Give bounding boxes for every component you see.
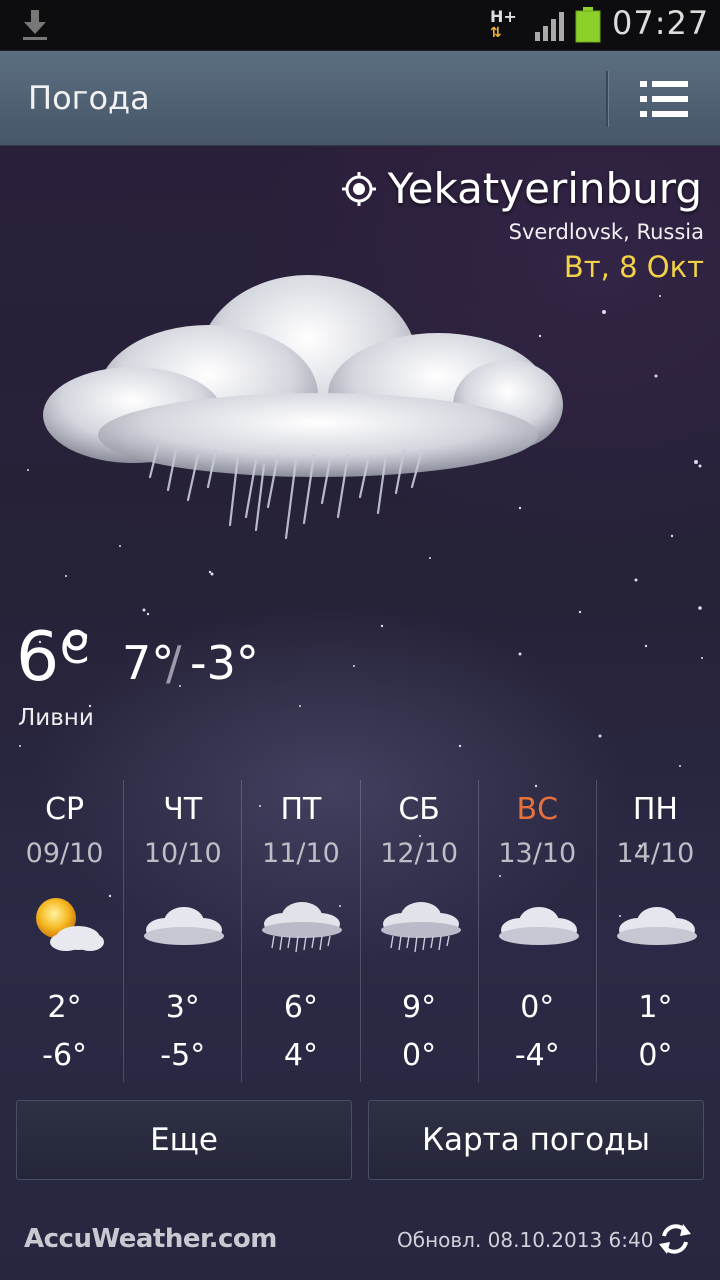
high-low-separator: / bbox=[166, 636, 182, 690]
last-updated: Обновл. 08.10.2013 6:40 bbox=[397, 1228, 654, 1252]
more-button[interactable]: Еще bbox=[16, 1100, 352, 1180]
region-name: Sverdlovsk, Russia bbox=[508, 220, 704, 244]
forecast-day[interactable]: ЧТ 10/10 3° -5° bbox=[124, 780, 243, 1082]
clock: 07:27 bbox=[612, 4, 710, 42]
cloud-icon bbox=[498, 907, 579, 945]
today-low: -3° bbox=[190, 636, 259, 690]
network-indicator: H+ ⇅ bbox=[490, 7, 517, 42]
partly-sunny-icon bbox=[36, 898, 104, 951]
forecast-high: 6° bbox=[283, 990, 318, 1025]
download-icon bbox=[23, 10, 47, 40]
forecast-low: 4° bbox=[283, 1038, 318, 1073]
forecast-day[interactable]: ВС 13/10 0° -4° bbox=[479, 780, 597, 1082]
rain-cloud-icon bbox=[262, 902, 343, 953]
city-name: Yekatyerinburg bbox=[387, 164, 702, 213]
forecast-day-name: ПТ bbox=[280, 792, 322, 827]
forecast-date: 12/10 bbox=[380, 838, 458, 869]
forecast-high: 1° bbox=[638, 990, 673, 1025]
status-bar: H+ ⇅ 07:27 bbox=[0, 0, 720, 51]
forecast-strip: СР 09/10 2° -6° ЧТ 10/10 3° -5° ПТ 11/10… bbox=[6, 780, 714, 1082]
forecast-low: -6° bbox=[42, 1038, 88, 1073]
cloud-icon bbox=[616, 907, 697, 945]
forecast-day-name: ПН bbox=[632, 792, 678, 827]
app-bar-divider bbox=[606, 71, 609, 127]
forecast-day-name: ЧТ bbox=[163, 792, 203, 827]
battery-icon bbox=[575, 7, 601, 43]
temperature-unit: C bbox=[60, 624, 90, 673]
refresh-icon[interactable] bbox=[656, 1220, 694, 1258]
forecast-day[interactable]: ПН 14/10 1° 0° bbox=[597, 780, 714, 1082]
app-bar: Погода bbox=[0, 51, 720, 146]
forecast-date: 13/10 bbox=[498, 838, 577, 869]
forecast-day-name: СР bbox=[45, 792, 85, 827]
forecast-day[interactable]: СР 09/10 2° -6° bbox=[6, 780, 125, 1082]
forecast-day-name: ВС bbox=[516, 792, 559, 827]
rain-cloud-icon bbox=[380, 902, 461, 953]
forecast-date: 11/10 bbox=[262, 838, 340, 869]
list-icon bbox=[640, 81, 647, 87]
city-list-button[interactable] bbox=[640, 81, 688, 117]
forecast-low: -5° bbox=[160, 1038, 206, 1073]
forecast-high: 3° bbox=[165, 990, 200, 1025]
cloud-icon bbox=[144, 907, 225, 945]
current-condition: Ливни bbox=[18, 705, 94, 731]
location-header[interactable]: Yekatyerinburg bbox=[340, 164, 702, 213]
signal-icon bbox=[535, 12, 564, 41]
forecast-date: 10/10 bbox=[143, 838, 222, 869]
forecast-high: 9° bbox=[402, 990, 437, 1025]
forecast-low: 0° bbox=[402, 1038, 437, 1073]
accuweather-logo[interactable]: AccuWeather.com bbox=[24, 1224, 277, 1254]
rain-cloud-icon bbox=[43, 275, 563, 540]
current-date: Вт, 8 Окт bbox=[563, 250, 704, 284]
current-location-icon bbox=[341, 171, 376, 206]
forecast-high: 0° bbox=[520, 990, 555, 1025]
forecast-date: 14/10 bbox=[616, 838, 695, 869]
forecast-low: 0° bbox=[638, 1038, 673, 1073]
forecast-date: 09/10 bbox=[25, 838, 104, 869]
forecast-low: -4° bbox=[514, 1038, 560, 1073]
forecast-day[interactable]: ПТ 11/10 6° 4° bbox=[242, 780, 361, 1082]
forecast-high: 2° bbox=[47, 990, 82, 1025]
forecast-day[interactable]: СБ 12/10 9° 0° bbox=[361, 780, 479, 1082]
forecast-day-name: СБ bbox=[398, 792, 440, 827]
weather-map-button[interactable]: Карта погоды bbox=[368, 1100, 704, 1180]
app-title: Погода bbox=[28, 79, 150, 117]
